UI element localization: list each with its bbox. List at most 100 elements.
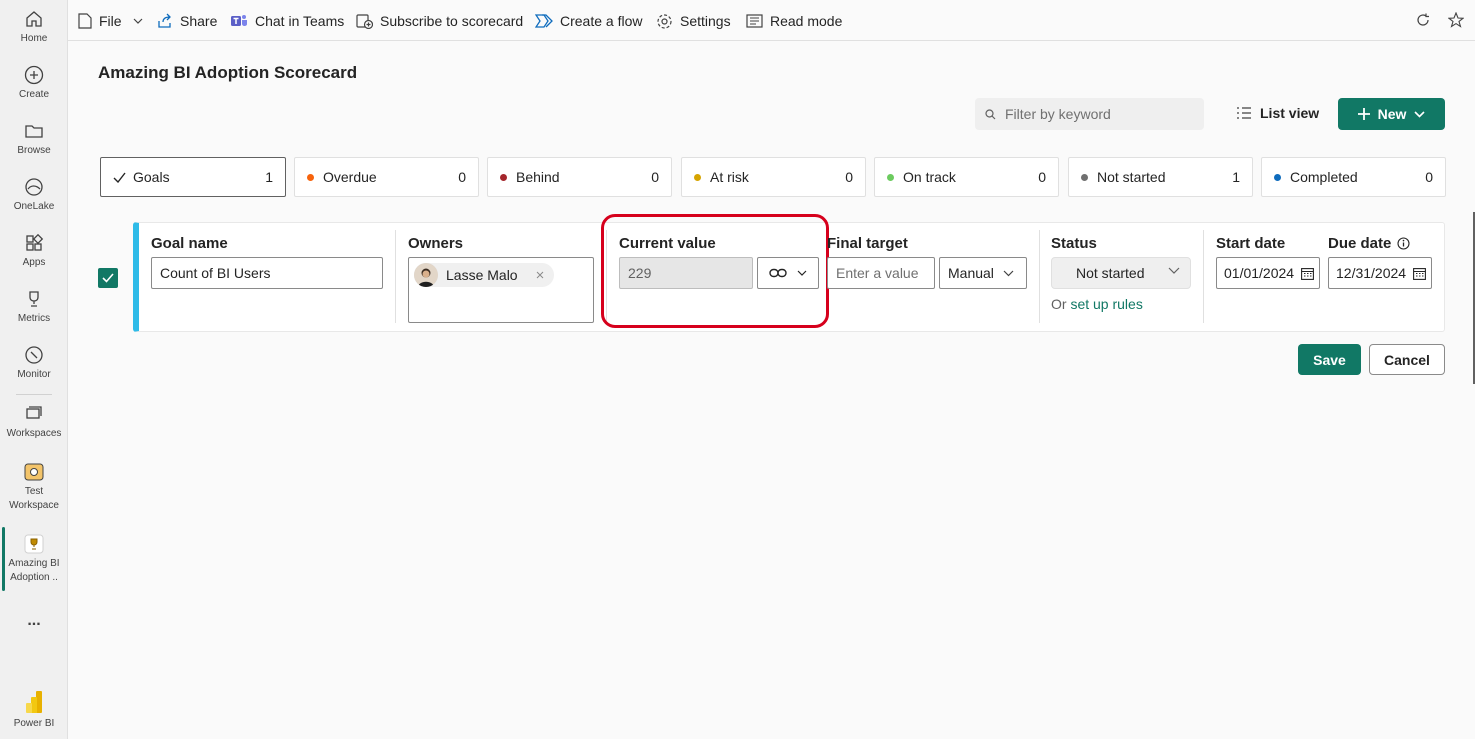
column-divider bbox=[1203, 230, 1204, 323]
tile-label: Behind bbox=[516, 169, 560, 185]
due-date-input[interactable]: 12/31/2024 bbox=[1328, 257, 1432, 289]
nav-scorecard-label-2: Adoption .. bbox=[10, 572, 58, 583]
nav-test-workspace[interactable]: Test Workspace bbox=[0, 460, 68, 513]
settings-label: Settings bbox=[680, 13, 731, 29]
checkmark-icon bbox=[113, 172, 126, 183]
owner-name: Lasse Malo bbox=[446, 267, 518, 283]
chat-in-teams-button[interactable]: Chat in Teams bbox=[230, 11, 344, 31]
nav-workspaces[interactable]: Workspaces bbox=[0, 404, 68, 441]
final-target-placeholder: Enter a value bbox=[836, 265, 919, 281]
nav-metrics[interactable]: Metrics bbox=[0, 289, 68, 326]
status-dropdown[interactable]: Not started bbox=[1051, 257, 1191, 289]
save-button[interactable]: Save bbox=[1298, 344, 1361, 375]
start-date-header: Start date bbox=[1216, 235, 1286, 252]
chevron-down-icon bbox=[133, 18, 142, 24]
nav-monitor[interactable]: Monitor bbox=[0, 345, 68, 382]
settings-button[interactable]: Settings bbox=[656, 11, 731, 31]
goal-checkbox[interactable] bbox=[98, 268, 118, 288]
start-date-input[interactable]: 01/01/2024 bbox=[1216, 257, 1320, 289]
left-nav-rail: Home Create Browse OneLake Apps Metrics … bbox=[0, 0, 68, 739]
favorite-star-icon[interactable] bbox=[1448, 12, 1464, 28]
create-flow-button[interactable]: Create a flow bbox=[535, 11, 642, 31]
nav-apps-label: Apps bbox=[22, 257, 46, 268]
filter-input[interactable]: Filter by keyword bbox=[975, 98, 1204, 130]
tile-not-started[interactable]: Not started 1 bbox=[1068, 157, 1253, 197]
nav-more[interactable]: ... bbox=[0, 612, 68, 630]
target-mode-select[interactable]: Manual bbox=[939, 257, 1027, 289]
flow-label: Create a flow bbox=[560, 13, 643, 29]
nav-workspaces-label: Workspaces bbox=[6, 428, 62, 439]
goal-name-input[interactable]: Count of BI Users bbox=[151, 257, 383, 289]
scorecard-trophy-icon bbox=[24, 534, 44, 554]
chevron-down-icon bbox=[1003, 270, 1014, 277]
plus-icon bbox=[1357, 108, 1370, 120]
apps-icon bbox=[26, 233, 44, 251]
info-icon[interactable] bbox=[1397, 237, 1410, 250]
status-dot bbox=[500, 173, 507, 181]
nav-browse[interactable]: Browse bbox=[0, 121, 68, 158]
monitor-icon bbox=[25, 346, 43, 364]
powerbi-logo-icon bbox=[26, 691, 42, 713]
remove-owner-icon[interactable] bbox=[536, 271, 544, 279]
list-view-button[interactable]: List view bbox=[1236, 105, 1319, 121]
tile-count: 0 bbox=[651, 169, 659, 185]
new-button[interactable]: New bbox=[1338, 98, 1445, 130]
nav-scorecard[interactable]: Amazing BI Adoption .. bbox=[0, 534, 68, 585]
nav-onelake[interactable]: OneLake bbox=[0, 177, 68, 214]
nav-test-workspace-label-1: Test bbox=[24, 486, 44, 497]
share-button[interactable]: Share bbox=[157, 11, 217, 31]
nav-home[interactable]: Home bbox=[0, 9, 68, 46]
goal-name-header: Goal name bbox=[151, 235, 228, 252]
tile-count: 1 bbox=[1232, 169, 1240, 185]
read-mode-label: Read mode bbox=[770, 13, 843, 29]
status-dot bbox=[307, 173, 314, 181]
cancel-button[interactable]: Cancel bbox=[1369, 344, 1445, 375]
nav-onelake-label: OneLake bbox=[13, 201, 55, 212]
tile-label: On track bbox=[903, 169, 956, 185]
tile-label: At risk bbox=[710, 169, 749, 185]
owners-picker[interactable]: Lasse Malo bbox=[408, 257, 594, 323]
plus-circle-icon bbox=[24, 65, 44, 85]
nav-powerbi[interactable]: Power BI bbox=[0, 690, 68, 731]
tile-count: 0 bbox=[845, 169, 853, 185]
calendar-icon bbox=[1301, 268, 1314, 280]
avatar bbox=[414, 263, 438, 287]
tile-count: 0 bbox=[1425, 169, 1433, 185]
read-mode-button[interactable]: Read mode bbox=[746, 11, 842, 31]
nav-create[interactable]: Create bbox=[0, 65, 68, 102]
page-title: Amazing BI Adoption Scorecard bbox=[98, 63, 358, 82]
chevron-down-icon bbox=[1414, 110, 1425, 118]
final-target-input[interactable]: Enter a value bbox=[827, 257, 935, 289]
tile-count: 0 bbox=[458, 169, 466, 185]
tile-behind[interactable]: Behind 0 bbox=[487, 157, 672, 197]
tile-at-risk[interactable]: At risk 0 bbox=[681, 157, 866, 197]
nav-apps[interactable]: Apps bbox=[0, 233, 68, 270]
target-mode-value: Manual bbox=[948, 265, 994, 281]
trophy-icon bbox=[29, 291, 39, 307]
workspace-avatar-icon bbox=[24, 463, 44, 481]
goal-name-value: Count of BI Users bbox=[160, 265, 271, 281]
tile-overdue[interactable]: Overdue 0 bbox=[294, 157, 479, 197]
checkmark-icon bbox=[102, 273, 114, 283]
nav-home-label: Home bbox=[20, 33, 48, 44]
teams-icon bbox=[231, 15, 247, 26]
tile-goals[interactable]: Goals 1 bbox=[100, 157, 286, 197]
list-icon bbox=[1237, 107, 1251, 119]
set-up-rules-link[interactable]: set up rules bbox=[1070, 296, 1142, 312]
rules-text: Or set up rules bbox=[1051, 296, 1143, 312]
file-menu[interactable]: File bbox=[78, 11, 143, 31]
onelake-icon bbox=[25, 178, 43, 196]
status-dot bbox=[1081, 173, 1088, 181]
chevron-down-icon bbox=[1168, 267, 1180, 274]
subscribe-icon bbox=[356, 14, 373, 29]
tile-completed[interactable]: Completed 0 bbox=[1261, 157, 1446, 197]
due-date-value: 12/31/2024 bbox=[1336, 265, 1407, 281]
tile-on-track[interactable]: On track 0 bbox=[874, 157, 1059, 197]
column-divider bbox=[395, 230, 396, 323]
refresh-icon[interactable] bbox=[1416, 13, 1430, 27]
subscribe-button[interactable]: Subscribe to scorecard bbox=[356, 11, 523, 31]
status-header: Status bbox=[1051, 235, 1097, 252]
nav-browse-label: Browse bbox=[17, 145, 51, 156]
tile-label: Goals bbox=[133, 169, 170, 185]
tile-count: 1 bbox=[265, 169, 273, 185]
